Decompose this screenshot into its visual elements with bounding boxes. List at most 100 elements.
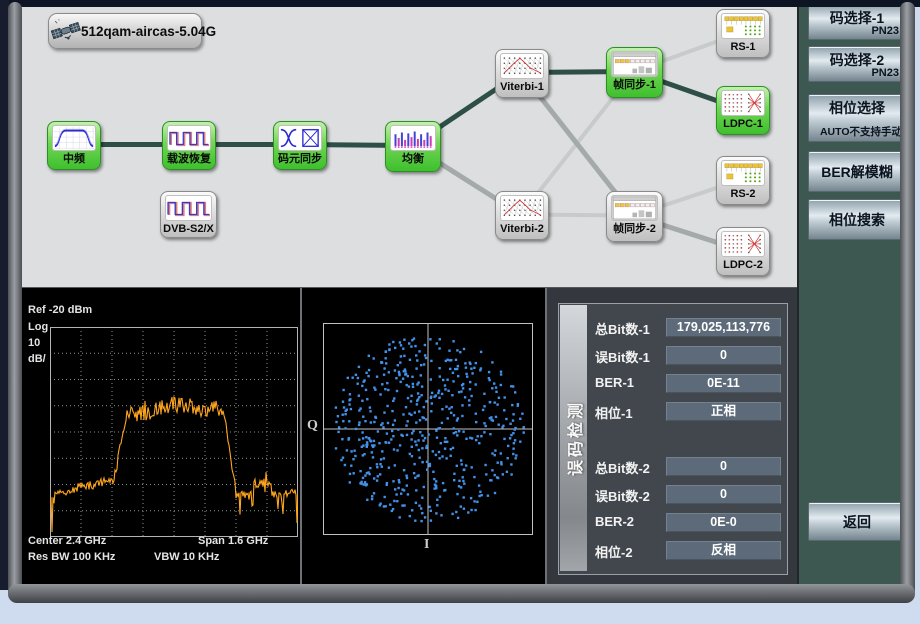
ber-row-label: 误Bit数-2	[595, 486, 650, 505]
flow-node-label: Viterbi-1	[496, 79, 548, 96]
flow-node-label: LDPC-2	[717, 257, 769, 274]
spectrum-ref-label: Ref -20 dBm	[28, 304, 92, 316]
spectrum-display	[50, 327, 298, 537]
sidebar-button-value: PN23	[871, 25, 899, 37]
flow-node-label: 中频	[48, 151, 100, 168]
ber-row-label: BER-2	[595, 514, 634, 529]
eye-icon	[278, 125, 322, 151]
ber-row-label: 总Bit数-1	[595, 319, 650, 338]
demodulator-app: 512qam-aircas-5.04G Ref -20 dBm Log 10 d…	[0, 0, 920, 624]
bezel-bottom	[8, 584, 915, 603]
sidebar-button-return[interactable]: 返回	[808, 502, 906, 541]
spectrum-rbw-label: Res BW 100 KHz	[28, 551, 115, 563]
ber-row-value: 179,025,113,776	[666, 318, 781, 337]
sidebar-button-value: AUTO不支持手动	[820, 124, 902, 139]
ber-row-value: 0	[666, 485, 781, 504]
flow-node-zhentongbu-2[interactable]: 帧同步-2	[606, 191, 663, 242]
panel-divider-2	[545, 288, 547, 584]
flow-node-rs-2[interactable]: RS-2	[716, 156, 770, 205]
ber-row-label: 误Bit数-1	[595, 347, 650, 366]
ber-side-strip: 误码检测	[560, 305, 587, 571]
flow-node-ldpc-1[interactable]: LDPC-1	[716, 86, 770, 135]
ber-row: 相位-2 反相	[547, 541, 797, 559]
trellis-icon	[500, 53, 544, 79]
flow-node-label: RS-2	[717, 186, 769, 203]
ber-row: 误Bit数-2 0	[547, 485, 797, 503]
ber-panel: 误码检测 总Bit数-1 179,025,113,776 误Bit数-1 0 BER-1…	[547, 288, 797, 584]
ldpc-icon	[721, 90, 765, 116]
sidebar-button-phase-search[interactable]: 相位搜索	[808, 199, 906, 240]
ber-row: 相位-1 正相	[547, 402, 797, 420]
flow-node-mayuantongbu[interactable]: 码元同步	[273, 121, 327, 170]
flow-node-label: 码元同步	[274, 151, 326, 168]
spectrum-panel: Ref -20 dBm Log 10 dB/ Center 2.4 GHz Sp…	[22, 288, 300, 584]
ber-inner-frame	[558, 303, 788, 575]
sidebar-button-label: 相位搜索	[829, 210, 885, 230]
flow-node-label: 均衡	[386, 151, 440, 168]
ber-row-label: 相位-2	[595, 542, 633, 561]
trellis-icon	[500, 195, 544, 221]
constellation-i-label: I	[424, 537, 429, 553]
spectrum-scale-label: 10	[28, 337, 40, 349]
flow-node-dvb-s2x[interactable]: DVB-S2/X	[160, 191, 217, 238]
squarewave-icon	[165, 195, 212, 221]
sidebar-button-label: 相位选择	[809, 98, 905, 118]
ber-row-value: 0E-11	[666, 374, 781, 393]
ldpc-icon	[721, 231, 765, 257]
ber-row: 误Bit数-1 0	[547, 346, 797, 364]
ber-row-value: 0E-0	[666, 513, 781, 532]
bandpass-icon	[52, 125, 96, 151]
bezel-left	[8, 2, 22, 598]
sidebar-button-code-select-2[interactable]: 码选择-2PN23	[808, 46, 906, 82]
eqbars-icon	[390, 125, 436, 151]
flow-node-zaibohuifu[interactable]: 载波恢复	[162, 121, 216, 170]
flow-node-junheng[interactable]: 均衡	[385, 121, 441, 172]
sidebar-button-code-select-1[interactable]: 码选择-1PN23	[808, 4, 906, 40]
ber-row-label: BER-1	[595, 375, 634, 390]
flow-node-label: RS-1	[717, 39, 769, 56]
flow-node-ldpc-2[interactable]: LDPC-2	[716, 227, 770, 276]
ber-row: BER-1 0E-11	[547, 374, 797, 392]
sidebar-button-phase-select[interactable]: 相位选择 AUTO不支持手动	[808, 94, 906, 142]
flow-node-rs-1[interactable]: RS-1	[716, 9, 770, 58]
spectrum-span-label: Span 1.6 GHz	[198, 535, 268, 547]
framewin-icon	[611, 195, 658, 221]
constellation-display	[323, 323, 533, 535]
flow-node-viterbi-1[interactable]: Viterbi-1	[495, 49, 549, 98]
signal-source-button[interactable]: 512qam-aircas-5.04G	[48, 13, 202, 49]
satellite-icon	[51, 16, 81, 46]
ber-row: BER-2 0E-0	[547, 513, 797, 531]
sidebar-button-label: BER解模糊	[821, 162, 893, 182]
sidebar-button-value: PN23	[871, 67, 899, 79]
framewin-icon	[611, 51, 658, 77]
flow-node-viterbi-2[interactable]: Viterbi-2	[495, 191, 549, 240]
flow-node-zhongpin[interactable]: 中频	[47, 121, 101, 170]
constellation-panel: Q I	[302, 288, 545, 584]
constellation-q-label: Q	[307, 418, 318, 434]
flow-node-label: DVB-S2/X	[161, 221, 216, 238]
flow-node-label: Viterbi-2	[496, 221, 548, 238]
ber-row: 总Bit数-2 0	[547, 457, 797, 475]
squarewave-icon	[167, 125, 211, 151]
flow-node-label: 帧同步-2	[607, 221, 662, 238]
window-top-edge	[0, 0, 920, 7]
rs-icon	[721, 160, 765, 186]
flow-node-label: 帧同步-1	[607, 77, 662, 94]
spectrum-vbw-label: VBW 10 KHz	[154, 551, 219, 563]
ber-row-value: 0	[666, 346, 781, 365]
signal-source-label: 512qam-aircas-5.04G	[81, 24, 216, 39]
ber-row-label: 相位-1	[595, 403, 633, 422]
spectrum-log-label: Log	[28, 321, 48, 333]
panel-divider-1	[300, 288, 302, 584]
ber-row-value: 正相	[666, 402, 781, 421]
bezel-right	[900, 2, 915, 598]
flow-node-zhentongbu-1[interactable]: 帧同步-1	[606, 47, 663, 98]
ber-row-label: 总Bit数-2	[595, 458, 650, 477]
ber-row-value: 0	[666, 457, 781, 476]
flow-node-label: 载波恢复	[163, 151, 215, 168]
ber-row-value: 反相	[666, 541, 781, 560]
sidebar-button-label: 返回	[843, 512, 871, 532]
sidebar-button-ber-deambiguity[interactable]: BER解模糊	[808, 151, 906, 192]
ber-row: 总Bit数-1 179,025,113,776	[547, 318, 797, 336]
sidebar: 码选择-1PN23 码选择-2PN23 相位选择 AUTO不支持手动 BER解模糊相位搜…	[797, 2, 904, 584]
